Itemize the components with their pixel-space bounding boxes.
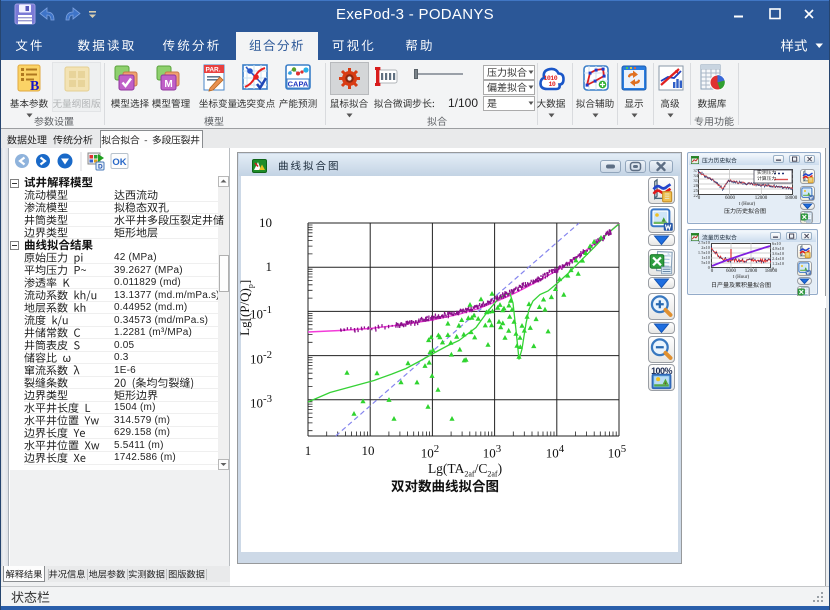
svg-text:OK: OK [112, 157, 126, 168]
svg-text:PAR.: PAR. [206, 67, 221, 74]
svg-text:B: B [30, 79, 39, 94]
svg-text:10: 10 [549, 81, 556, 88]
svg-text:CAPA: CAPA [288, 80, 309, 89]
svg-text:M: M [164, 79, 172, 90]
svg-text:D: D [98, 164, 103, 171]
